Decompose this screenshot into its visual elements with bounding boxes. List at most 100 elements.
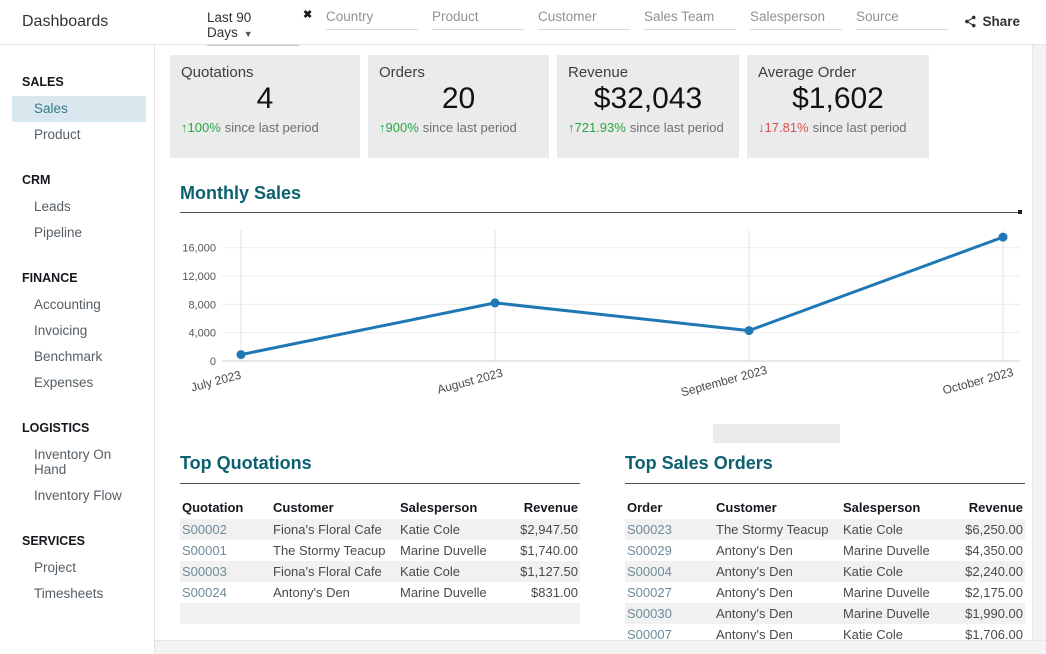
top-bar: Dashboards Last 90 Days▼ ✖ Share (0, 0, 1046, 45)
record-link[interactable]: S00002 (180, 519, 271, 540)
text-cell: Katie Cole (841, 561, 948, 582)
sales-team-filter-input[interactable] (644, 7, 736, 30)
kpi-card-row: Quotations4↑100%since last periodOrders2… (170, 55, 929, 158)
text-cell: Fiona's Floral Cafe (271, 519, 398, 540)
customer-filter-input[interactable] (538, 7, 630, 30)
chart-title: Monthly Sales (180, 183, 301, 204)
sidebar-item-timesheets[interactable]: Timesheets (12, 581, 146, 607)
chart-resize-handle[interactable] (1018, 210, 1022, 214)
record-link[interactable]: S00030 (625, 603, 714, 624)
sidebar-item-invoicing[interactable]: Invoicing (12, 318, 146, 344)
data-point[interactable] (491, 298, 500, 307)
record-link[interactable]: S00003 (180, 561, 271, 582)
column-header-salesperson: Salesperson (398, 496, 503, 519)
table-row: S00004Antony's DenKatie Cole$2,240.00 (625, 561, 1025, 582)
record-link[interactable]: S00029 (625, 540, 714, 561)
sidebar-section-logistics: LOGISTICSInventory On HandInventory Flow (0, 415, 154, 509)
record-link[interactable]: S00027 (625, 582, 714, 603)
kpi-delta-percent: 17.81% (765, 120, 809, 135)
kpi-title: Revenue (568, 64, 728, 81)
sidebar: SALESSalesProductCRMLeadsPipelineFINANCE… (0, 45, 155, 654)
revenue-cell: $2,947.50 (503, 519, 580, 540)
share-icon (964, 15, 977, 28)
horizontal-scrollbar[interactable] (155, 640, 1046, 654)
sidebar-section-finance: FINANCEAccountingInvoicingBenchmarkExpen… (0, 265, 154, 396)
x-axis-month-label: October 2023 (941, 365, 1015, 397)
sidebar-item-product[interactable]: Product (12, 122, 146, 148)
salesperson-filter-input[interactable] (750, 7, 842, 30)
sidebar-item-benchmark[interactable]: Benchmark (12, 344, 146, 370)
chart-scrollbar-thumb[interactable] (713, 424, 840, 443)
country-filter-input[interactable] (326, 7, 418, 30)
share-button[interactable]: Share (964, 0, 1020, 44)
kpi-title: Quotations (181, 64, 349, 81)
sidebar-item-inventory-flow[interactable]: Inventory Flow (12, 483, 146, 509)
column-header-order: Order (625, 496, 714, 519)
chevron-down-icon: ▼ (244, 29, 253, 39)
x-axis-month-label: July 2023 (189, 368, 243, 395)
kpi-title: Orders (379, 64, 538, 81)
source-filter-input[interactable] (856, 7, 948, 30)
kpi-delta: ↓17.81%since last period (758, 120, 918, 135)
dashboard-content: Quotations4↑100%since last periodOrders2… (155, 45, 1032, 654)
period-filter-dropdown[interactable]: Last 90 Days▼ (207, 10, 299, 46)
record-link[interactable]: S00001 (180, 540, 271, 561)
sidebar-item-project[interactable]: Project (12, 555, 146, 581)
sidebar-section-sales: SALESSalesProduct (0, 69, 154, 148)
record-link[interactable]: S00024 (180, 582, 271, 603)
sidebar-item-pipeline[interactable]: Pipeline (12, 220, 146, 246)
revenue-cell: $6,250.00 (948, 519, 1025, 540)
kpi-card-revenue: Revenue$32,043↑721.93%since last period (557, 55, 739, 158)
text-cell: The Stormy Teacup (714, 519, 841, 540)
kpi-value: $32,043 (568, 82, 728, 116)
revenue-cell: $1,740.00 (503, 540, 580, 561)
sidebar-item-sales[interactable]: Sales (12, 96, 146, 122)
top-quotations-table: QuotationCustomerSalespersonRevenueS0000… (180, 496, 580, 624)
text-cell: Marine Duvelle (841, 582, 948, 603)
column-header-revenue: Revenue (503, 496, 580, 519)
x-axis-month-label: September 2023 (679, 363, 769, 400)
table-row: S00030Antony's DenMarine Duvelle$1,990.0… (625, 603, 1025, 624)
data-point[interactable] (745, 326, 754, 335)
kpi-value: 20 (379, 82, 538, 116)
revenue-cell: $831.00 (503, 582, 580, 603)
text-cell: Antony's Den (714, 540, 841, 561)
product-filter-input[interactable] (432, 7, 524, 30)
kpi-card-average-order: Average Order$1,602↓17.81%since last per… (747, 55, 929, 158)
vertical-scrollbar[interactable] (1032, 45, 1046, 654)
arrow-up-icon: ↑ (181, 120, 188, 135)
data-point[interactable] (999, 233, 1008, 242)
sidebar-item-expenses[interactable]: Expenses (12, 370, 146, 396)
sidebar-item-accounting[interactable]: Accounting (12, 292, 146, 318)
text-cell: Katie Cole (841, 519, 948, 540)
record-link[interactable]: S00023 (625, 519, 714, 540)
arrow-down-icon: ↓ (758, 120, 765, 135)
text-cell: Marine Duvelle (398, 540, 503, 561)
data-point[interactable] (237, 350, 246, 359)
sidebar-item-leads[interactable]: Leads (12, 194, 146, 220)
monthly-sales-line-chart[interactable]: 04,0008,00012,00016,000July 2023August 2… (180, 225, 1025, 410)
text-cell: Marine Duvelle (841, 540, 948, 561)
remove-filter-icon[interactable]: ✖ (303, 8, 312, 21)
sidebar-section-services: SERVICESProjectTimesheets (0, 528, 154, 607)
page-title: Dashboards (22, 0, 108, 44)
table-row: S00003Fiona's Floral CafeKatie Cole$1,12… (180, 561, 580, 582)
column-header-customer: Customer (271, 496, 398, 519)
y-axis-tick-label: 4,000 (188, 328, 216, 340)
record-link[interactable]: S00004 (625, 561, 714, 582)
arrow-up-icon: ↑ (568, 120, 575, 135)
table-header-row: QuotationCustomerSalespersonRevenue (180, 496, 580, 519)
sidebar-item-inventory-on-hand[interactable]: Inventory On Hand (12, 442, 146, 483)
text-cell: Marine Duvelle (398, 582, 503, 603)
y-axis-tick-label: 12,000 (182, 271, 216, 283)
table-row: S00029Antony's DenMarine Duvelle$4,350.0… (625, 540, 1025, 561)
revenue-cell: $2,240.00 (948, 561, 1025, 582)
y-axis-tick-label: 8,000 (188, 299, 216, 311)
kpi-delta-suffix: since last period (225, 120, 319, 135)
x-axis-month-label: August 2023 (436, 366, 505, 397)
text-cell: Fiona's Floral Cafe (271, 561, 398, 582)
text-cell: Antony's Den (271, 582, 398, 603)
kpi-card-orders: Orders20↑900%since last period (368, 55, 549, 158)
column-header-revenue: Revenue (948, 496, 1025, 519)
sidebar-section-title: LOGISTICS (0, 415, 154, 442)
